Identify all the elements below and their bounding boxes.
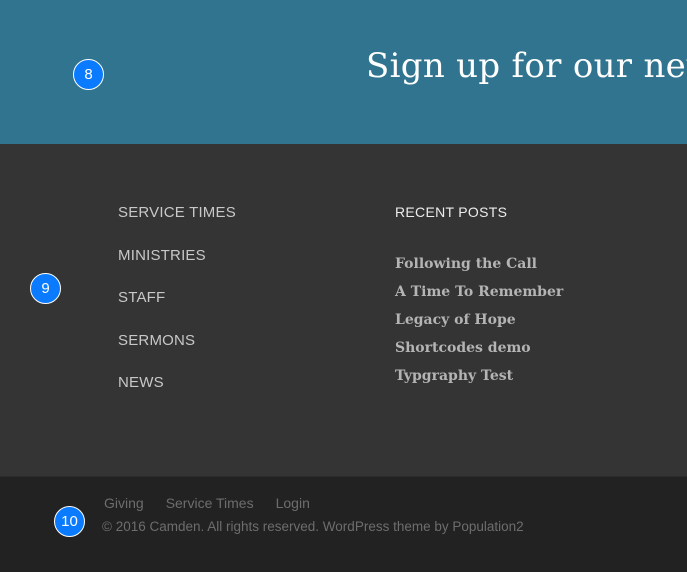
footer-bottom-bar: Giving Service Times Login © 2016 Camden… <box>0 476 687 572</box>
recent-post-link[interactable]: Shortcodes demo <box>395 340 563 368</box>
footer-link-service-times[interactable]: Service Times <box>166 495 254 511</box>
recent-posts-list: Following the Call A Time To Remember Le… <box>395 256 563 396</box>
footer-menu-item-news[interactable]: NEWS <box>118 374 236 417</box>
footer-menu-item-service-times[interactable]: SERVICE TIMES <box>118 204 236 247</box>
recent-posts-widget: RECENT POSTS Following the Call A Time T… <box>395 204 563 396</box>
copyright-text: © 2016 Camden. All rights reserved. Word… <box>102 519 524 534</box>
recent-post-link[interactable]: Following the Call <box>395 256 563 284</box>
recent-posts-heading: RECENT POSTS <box>395 204 508 220</box>
annotation-marker-9: 9 <box>30 273 61 304</box>
annotation-marker-10: 10 <box>54 506 85 537</box>
annotation-marker-8: 8 <box>73 59 104 90</box>
footer-widgets-area: SERVICE TIMES MINISTRIES STAFF SERMONS N… <box>0 144 687 476</box>
recent-post-link[interactable]: Typgraphy Test <box>395 368 563 396</box>
footer-link-login[interactable]: Login <box>276 495 310 511</box>
recent-post-link[interactable]: Legacy of Hope <box>395 312 563 340</box>
footer-menu-item-sermons[interactable]: SERMONS <box>118 332 236 375</box>
footer-menu: SERVICE TIMES MINISTRIES STAFF SERMONS N… <box>118 204 236 417</box>
footer-bottom-links: Giving Service Times Login <box>104 495 310 511</box>
recent-post-link[interactable]: A Time To Remember <box>395 284 563 312</box>
footer-menu-item-ministries[interactable]: MINISTRIES <box>118 247 236 290</box>
footer-menu-item-staff[interactable]: STAFF <box>118 289 236 332</box>
newsletter-signup-title: Sign up for our newsletter <box>366 46 687 86</box>
footer-link-giving[interactable]: Giving <box>104 495 144 511</box>
